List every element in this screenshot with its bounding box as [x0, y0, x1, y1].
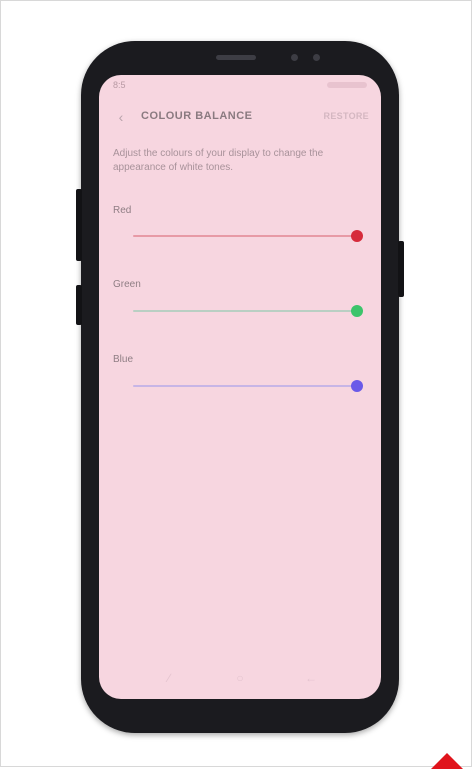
- status-icons: [327, 82, 367, 88]
- blue-slider-label: Blue: [113, 354, 134, 365]
- back-icon[interactable]: ←: [303, 671, 319, 685]
- status-bar: 8:5: [99, 75, 381, 97]
- phone-device: 8:5 ‹ COLOUR BALANCE RESTORE Adjust the …: [76, 41, 404, 733]
- blue-slider-track[interactable]: [133, 385, 357, 387]
- restore-button[interactable]: RESTORE: [324, 111, 369, 121]
- red-slider-thumb[interactable]: [351, 230, 363, 242]
- earpiece-speaker: [216, 55, 256, 60]
- green-slider-thumb[interactable]: [351, 305, 363, 317]
- power-button: [398, 241, 404, 297]
- status-time: 8:5: [113, 80, 126, 90]
- phone-screen: 8:5 ‹ COLOUR BALANCE RESTORE Adjust the …: [99, 75, 381, 699]
- blue-slider-thumb[interactable]: [351, 380, 363, 392]
- page-title: COLOUR BALANCE: [141, 110, 253, 122]
- photo-frame: 8:5 ‹ COLOUR BALANCE RESTORE Adjust the …: [0, 0, 472, 769]
- volume-button: [76, 189, 82, 261]
- proximity-sensor: [313, 54, 320, 61]
- bixby-button: [76, 285, 82, 325]
- green-slider[interactable]: [133, 304, 363, 318]
- red-slider-track[interactable]: [133, 235, 357, 237]
- back-arrow-icon[interactable]: ‹: [113, 109, 129, 125]
- green-slider-label: Green: [113, 279, 141, 290]
- front-camera: [291, 54, 298, 61]
- blue-slider[interactable]: [133, 379, 363, 393]
- recent-apps-icon[interactable]: ∕: [161, 671, 177, 685]
- description-text: Adjust the colours of your display to ch…: [113, 148, 324, 173]
- green-slider-track[interactable]: [133, 310, 357, 312]
- navigation-bar: ∕ ○ ←: [99, 659, 381, 699]
- red-slider-label: Red: [113, 205, 132, 216]
- app-bar: ‹ COLOUR BALANCE RESTORE: [99, 101, 381, 133]
- home-icon[interactable]: ○: [232, 671, 248, 685]
- red-slider[interactable]: [133, 229, 363, 243]
